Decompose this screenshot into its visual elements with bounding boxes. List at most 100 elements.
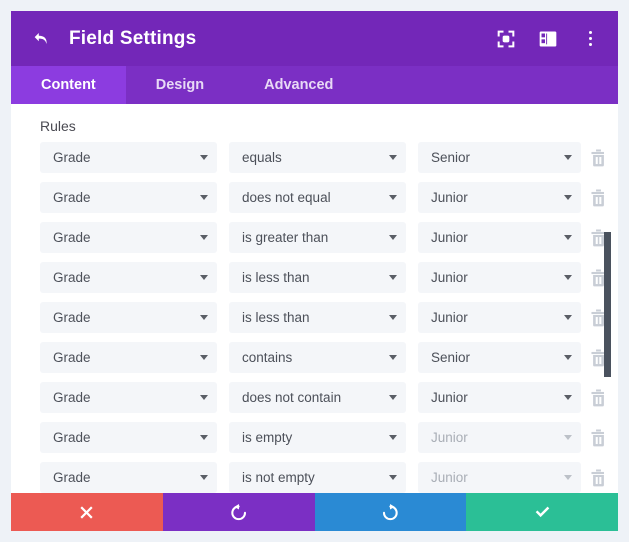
rule-value-value: Junior [431, 190, 468, 205]
chevron-down-icon [389, 195, 397, 200]
tab-design[interactable]: Design [126, 66, 234, 104]
rule-value-value: Senior [431, 350, 471, 365]
chevron-down-icon [564, 275, 572, 280]
chevron-down-icon [564, 395, 572, 400]
table-row: Grade does not equal Junior [40, 182, 618, 213]
rule-value-select[interactable]: Junior [418, 222, 581, 253]
redo-button[interactable] [314, 493, 467, 531]
chevron-down-icon [200, 395, 208, 400]
chevron-down-icon [200, 315, 208, 320]
chevron-down-icon [389, 235, 397, 240]
rule-field-select[interactable]: Grade [40, 422, 217, 453]
rule-value-value: Junior [431, 470, 468, 485]
scrollbar-thumb[interactable] [604, 232, 611, 377]
chevron-down-icon [564, 475, 572, 480]
chevron-down-icon [200, 355, 208, 360]
scrollbar[interactable] [604, 104, 618, 493]
rule-operator-select[interactable]: equals [229, 142, 406, 173]
rules-list: Grade equals Senior Grade does not equal… [11, 142, 618, 493]
rule-value-value: Junior [431, 390, 468, 405]
rule-operator-select[interactable]: is empty [229, 422, 406, 453]
panel-header: Field Settings [11, 11, 618, 66]
chevron-down-icon [200, 435, 208, 440]
cancel-button[interactable] [11, 493, 163, 531]
chevron-down-icon [389, 355, 397, 360]
undo-icon [231, 503, 247, 520]
rule-value-value: Junior [431, 270, 468, 285]
page-title: Field Settings [69, 27, 197, 49]
rule-operator-select[interactable]: is less than [229, 302, 406, 333]
redo-icon [382, 503, 398, 520]
chevron-down-icon [200, 475, 208, 480]
rule-field-select[interactable]: Grade [40, 262, 217, 293]
chevron-down-icon [200, 195, 208, 200]
rule-operator-select[interactable]: does not equal [229, 182, 406, 213]
rule-operator-value: contains [242, 350, 293, 365]
chevron-down-icon [564, 315, 572, 320]
close-icon [80, 505, 93, 519]
chevron-down-icon [200, 235, 208, 240]
rule-operator-select[interactable]: is greater than [229, 222, 406, 253]
rule-field-value: Grade [53, 270, 91, 285]
chevron-down-icon [389, 475, 397, 480]
rule-field-select[interactable]: Grade [40, 462, 217, 493]
table-row: Grade is not empty Junior [40, 462, 618, 493]
rule-operator-value: is less than [242, 270, 310, 285]
rule-field-value: Grade [53, 430, 91, 445]
action-bar [11, 493, 618, 531]
rule-field-select[interactable]: Grade [40, 182, 217, 213]
rule-field-value: Grade [53, 390, 91, 405]
rule-value-select[interactable]: Junior [418, 182, 581, 213]
tab-content[interactable]: Content [11, 66, 126, 104]
rule-value-select[interactable]: Junior [418, 302, 581, 333]
rule-field-select[interactable]: Grade [40, 382, 217, 413]
rule-value-value: Junior [431, 230, 468, 245]
rule-operator-select[interactable]: does not contain [229, 382, 406, 413]
rule-value-select[interactable]: Junior [418, 382, 581, 413]
rule-field-select[interactable]: Grade [40, 342, 217, 373]
rule-value-select: Junior [418, 422, 581, 453]
chevron-down-icon [389, 435, 397, 440]
rule-operator-value: does not contain [242, 390, 342, 405]
rule-value-select[interactable]: Senior [418, 342, 581, 373]
table-row: Grade is greater than Junior [40, 222, 618, 253]
header-actions [496, 29, 600, 49]
rule-operator-value: is greater than [242, 230, 329, 245]
more-options-icon[interactable] [580, 29, 600, 49]
chevron-down-icon [564, 235, 572, 240]
tab-advanced[interactable]: Advanced [234, 66, 363, 104]
chevron-down-icon [389, 155, 397, 160]
rule-field-value: Grade [53, 150, 91, 165]
rule-operator-select[interactable]: is less than [229, 262, 406, 293]
rule-field-value: Grade [53, 350, 91, 365]
rule-operator-value: equals [242, 150, 282, 165]
rule-operator-value: does not equal [242, 190, 331, 205]
rule-field-select[interactable]: Grade [40, 142, 217, 173]
field-settings-panel: Field Settings Content Design Advanced R… [11, 11, 618, 531]
back-arrow-icon[interactable] [31, 28, 53, 50]
rule-value-select[interactable]: Senior [418, 142, 581, 173]
rule-field-value: Grade [53, 230, 91, 245]
rule-operator-select[interactable]: is not empty [229, 462, 406, 493]
layout-panel-icon[interactable] [538, 29, 558, 49]
chevron-down-icon [200, 275, 208, 280]
chevron-down-icon [564, 195, 572, 200]
rule-field-select[interactable]: Grade [40, 302, 217, 333]
chevron-down-icon [200, 155, 208, 160]
save-button[interactable] [466, 493, 618, 531]
table-row: Grade is less than Junior [40, 302, 618, 333]
rule-operator-value: is less than [242, 310, 310, 325]
rule-value-value: Junior [431, 310, 468, 325]
chevron-down-icon [564, 355, 572, 360]
rule-value-value: Junior [431, 430, 468, 445]
rule-value-select[interactable]: Junior [418, 262, 581, 293]
focus-icon[interactable] [496, 29, 516, 49]
chevron-down-icon [564, 155, 572, 160]
rule-operator-select[interactable]: contains [229, 342, 406, 373]
chevron-down-icon [564, 435, 572, 440]
rule-field-select[interactable]: Grade [40, 222, 217, 253]
tab-panel-content: Rules Grade equals Senior Grade does not… [11, 104, 618, 493]
rule-field-value: Grade [53, 470, 91, 485]
undo-button[interactable] [162, 493, 315, 531]
chevron-down-icon [389, 275, 397, 280]
